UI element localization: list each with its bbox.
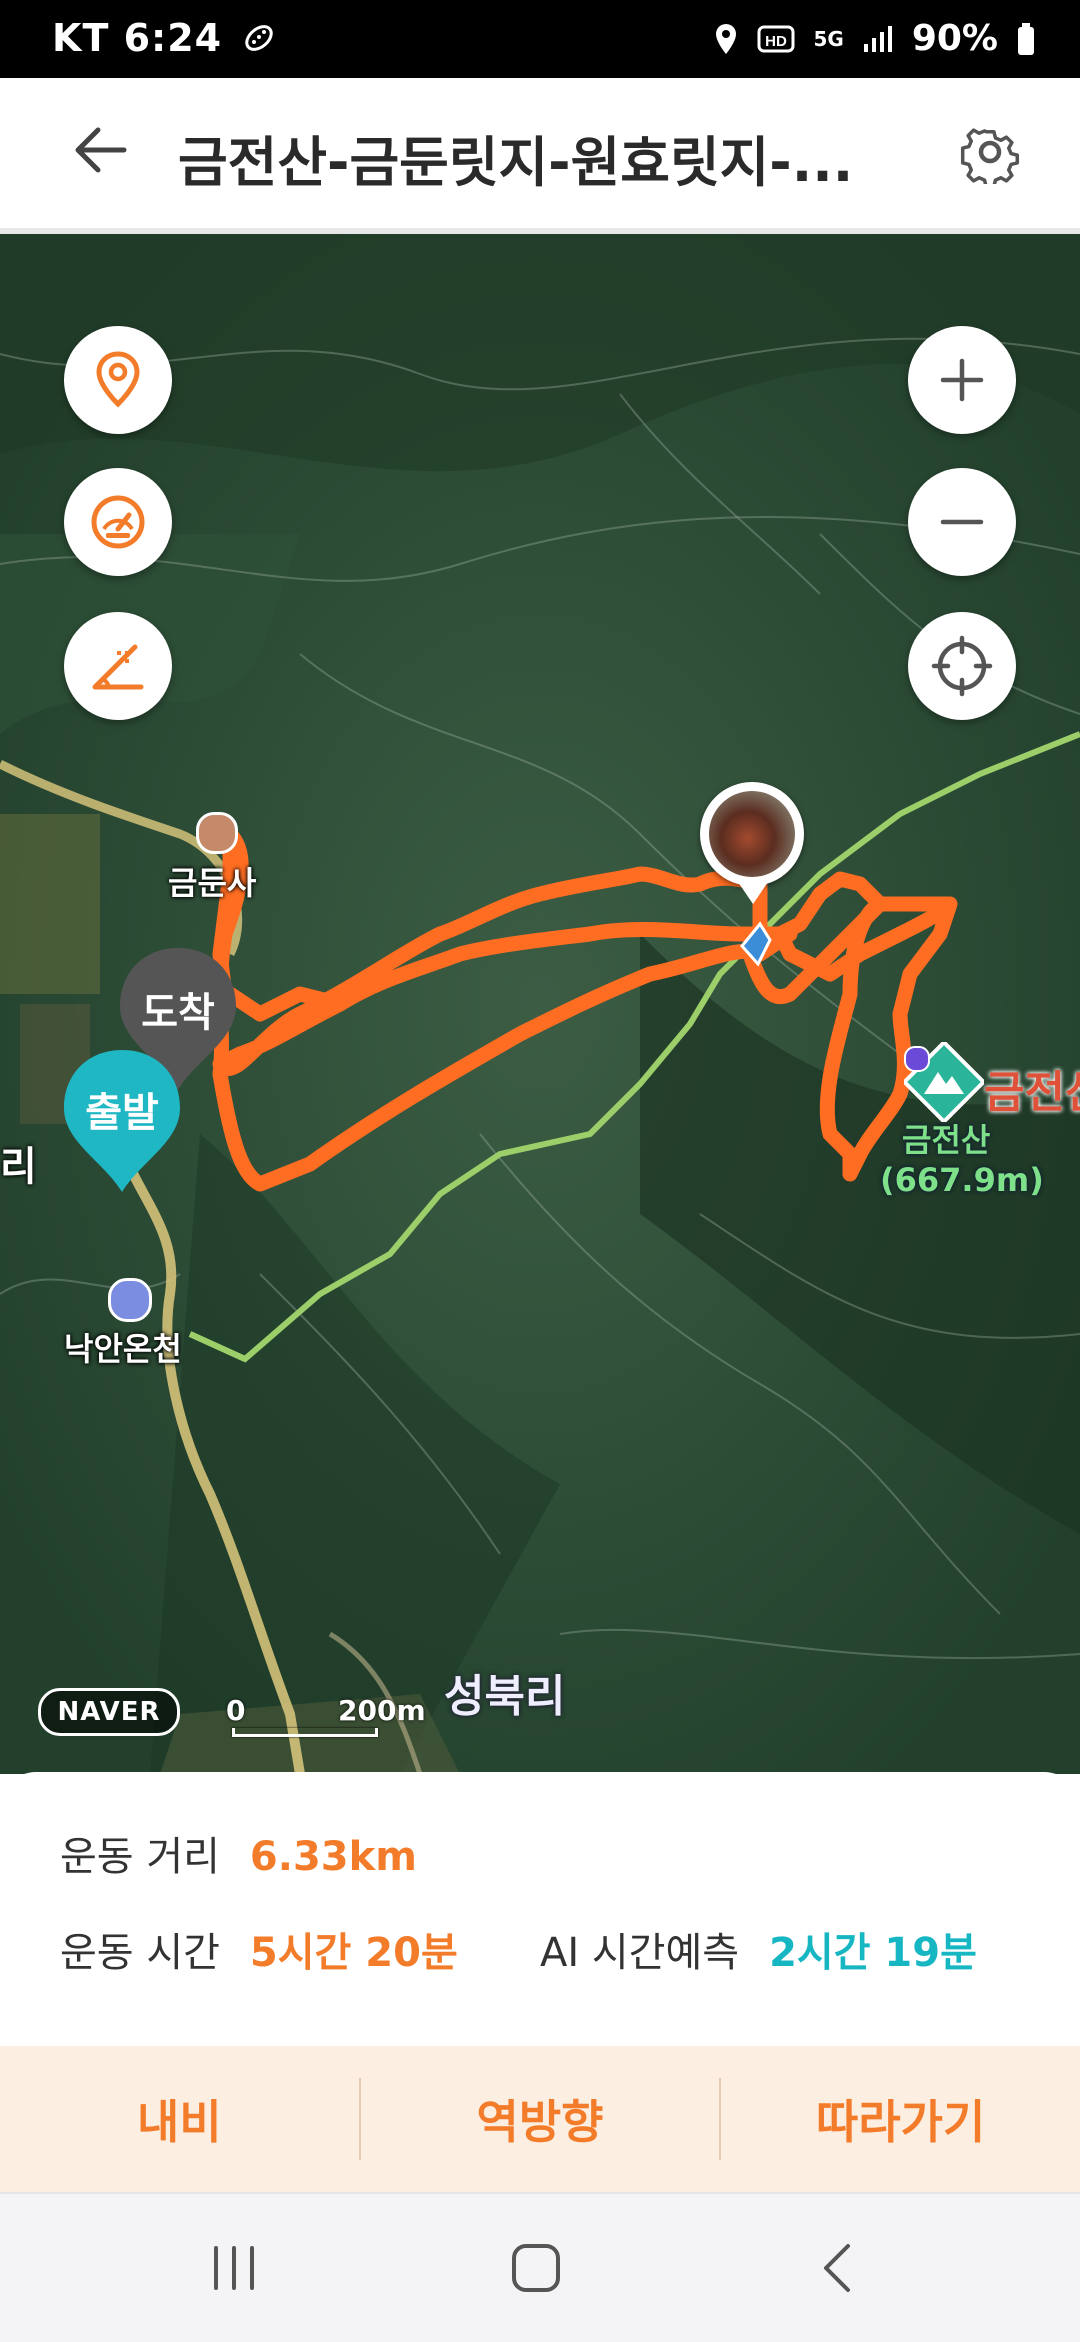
battery-icon <box>1018 22 1034 55</box>
map-view[interactable]: 금둔사 도착 출발 리 낙안온천 금전산 금전산 (667.9m) 성북리 NA… <box>0 234 1080 1774</box>
time-row: 운동 시간 5시간 20분 <box>60 1920 458 1978</box>
departure-pin-label: 출발 <box>85 1090 159 1136</box>
back-nav-icon[interactable] <box>810 2238 870 2298</box>
temple-label: 금둔사 <box>168 864 257 902</box>
action-bar: 내비 역방향 따라가기 <box>0 2046 1080 2192</box>
village-label: 성북리 <box>444 1671 566 1722</box>
gear-icon[interactable] <box>958 120 1022 184</box>
plus-icon <box>940 358 984 402</box>
carrier-time: KT 6:24 <box>52 16 276 60</box>
ai-estimate-label: AI 시간예측 <box>540 1930 740 1976</box>
arrival-pin-label: 도착 <box>141 990 215 1036</box>
peak-label-line2: (667.9m) <box>880 1161 1044 1199</box>
home-icon[interactable] <box>506 2238 566 2298</box>
signal-icon <box>863 25 892 52</box>
network-label: 5G <box>813 26 844 51</box>
peak-badge-icon <box>904 1046 930 1072</box>
map-scale: 0 200m <box>226 1694 426 1737</box>
map-pin-icon <box>96 351 140 408</box>
time-label: 운동 시간 <box>60 1930 220 1976</box>
time-value: 5시간 20분 <box>249 1930 458 1976</box>
distance-row: 운동 거리 6.33km <box>60 1824 417 1882</box>
battery-percent: 90% <box>911 18 998 59</box>
peak-name-label: 금전산 <box>984 1067 1080 1118</box>
distance-value: 6.33km <box>249 1834 417 1880</box>
system-nav-bar <box>0 2192 1080 2342</box>
zoom-out-button[interactable] <box>908 468 1016 576</box>
photo-marker[interactable] <box>700 782 804 886</box>
left-edge-label: 리 <box>0 1144 37 1190</box>
scale-distance: 200m <box>338 1694 426 1727</box>
zoom-in-button[interactable] <box>908 326 1016 434</box>
speedometer-icon <box>91 495 145 549</box>
follow-button[interactable]: 따라가기 <box>721 2046 1080 2192</box>
reverse-direction-button[interactable]: 역방향 <box>361 2046 720 2192</box>
navigation-button[interactable]: 내비 <box>0 2046 359 2192</box>
status-bar: KT 6:24 HD 5G 90% <box>0 0 1080 78</box>
scale-bar <box>232 1728 378 1737</box>
naver-logo: NAVER <box>38 1688 180 1736</box>
status-icons: HD 5G 90% <box>713 18 1036 59</box>
walking-icon <box>245 25 274 51</box>
elevation-slope-button[interactable] <box>64 612 172 720</box>
hot-spring-label: 낙안온천 <box>64 1330 182 1368</box>
temple-marker[interactable] <box>196 812 238 854</box>
back-arrow-icon[interactable] <box>70 120 130 180</box>
photo-marker-tail <box>738 882 768 904</box>
location-icon <box>716 23 737 54</box>
hot-spring-marker[interactable] <box>108 1278 152 1322</box>
app-bar: 금전산-금둔릿지-원효릿지-... <box>0 78 1080 234</box>
svg-text:HD: HD <box>766 33 788 50</box>
crosshair-icon <box>931 635 993 697</box>
location-pin-button[interactable] <box>64 326 172 434</box>
photo-thumbnail <box>709 791 795 877</box>
slope-icon <box>92 644 144 690</box>
speed-gauge-button[interactable] <box>64 468 172 576</box>
ai-estimate-row: AI 시간예측 2시간 19분 <box>540 1920 977 1978</box>
page-title: 금전산-금둔릿지-원효릿지-... <box>178 131 854 194</box>
distance-label: 운동 거리 <box>60 1834 220 1880</box>
peak-label-line1: 금전산 <box>902 1121 991 1159</box>
minus-icon <box>940 519 984 525</box>
my-location-button[interactable] <box>908 612 1016 720</box>
recent-apps-icon[interactable] <box>204 2238 264 2298</box>
scale-zero: 0 <box>226 1694 246 1727</box>
hd-icon: HD <box>757 25 795 52</box>
ai-estimate-value: 2시간 19분 <box>769 1930 977 1976</box>
